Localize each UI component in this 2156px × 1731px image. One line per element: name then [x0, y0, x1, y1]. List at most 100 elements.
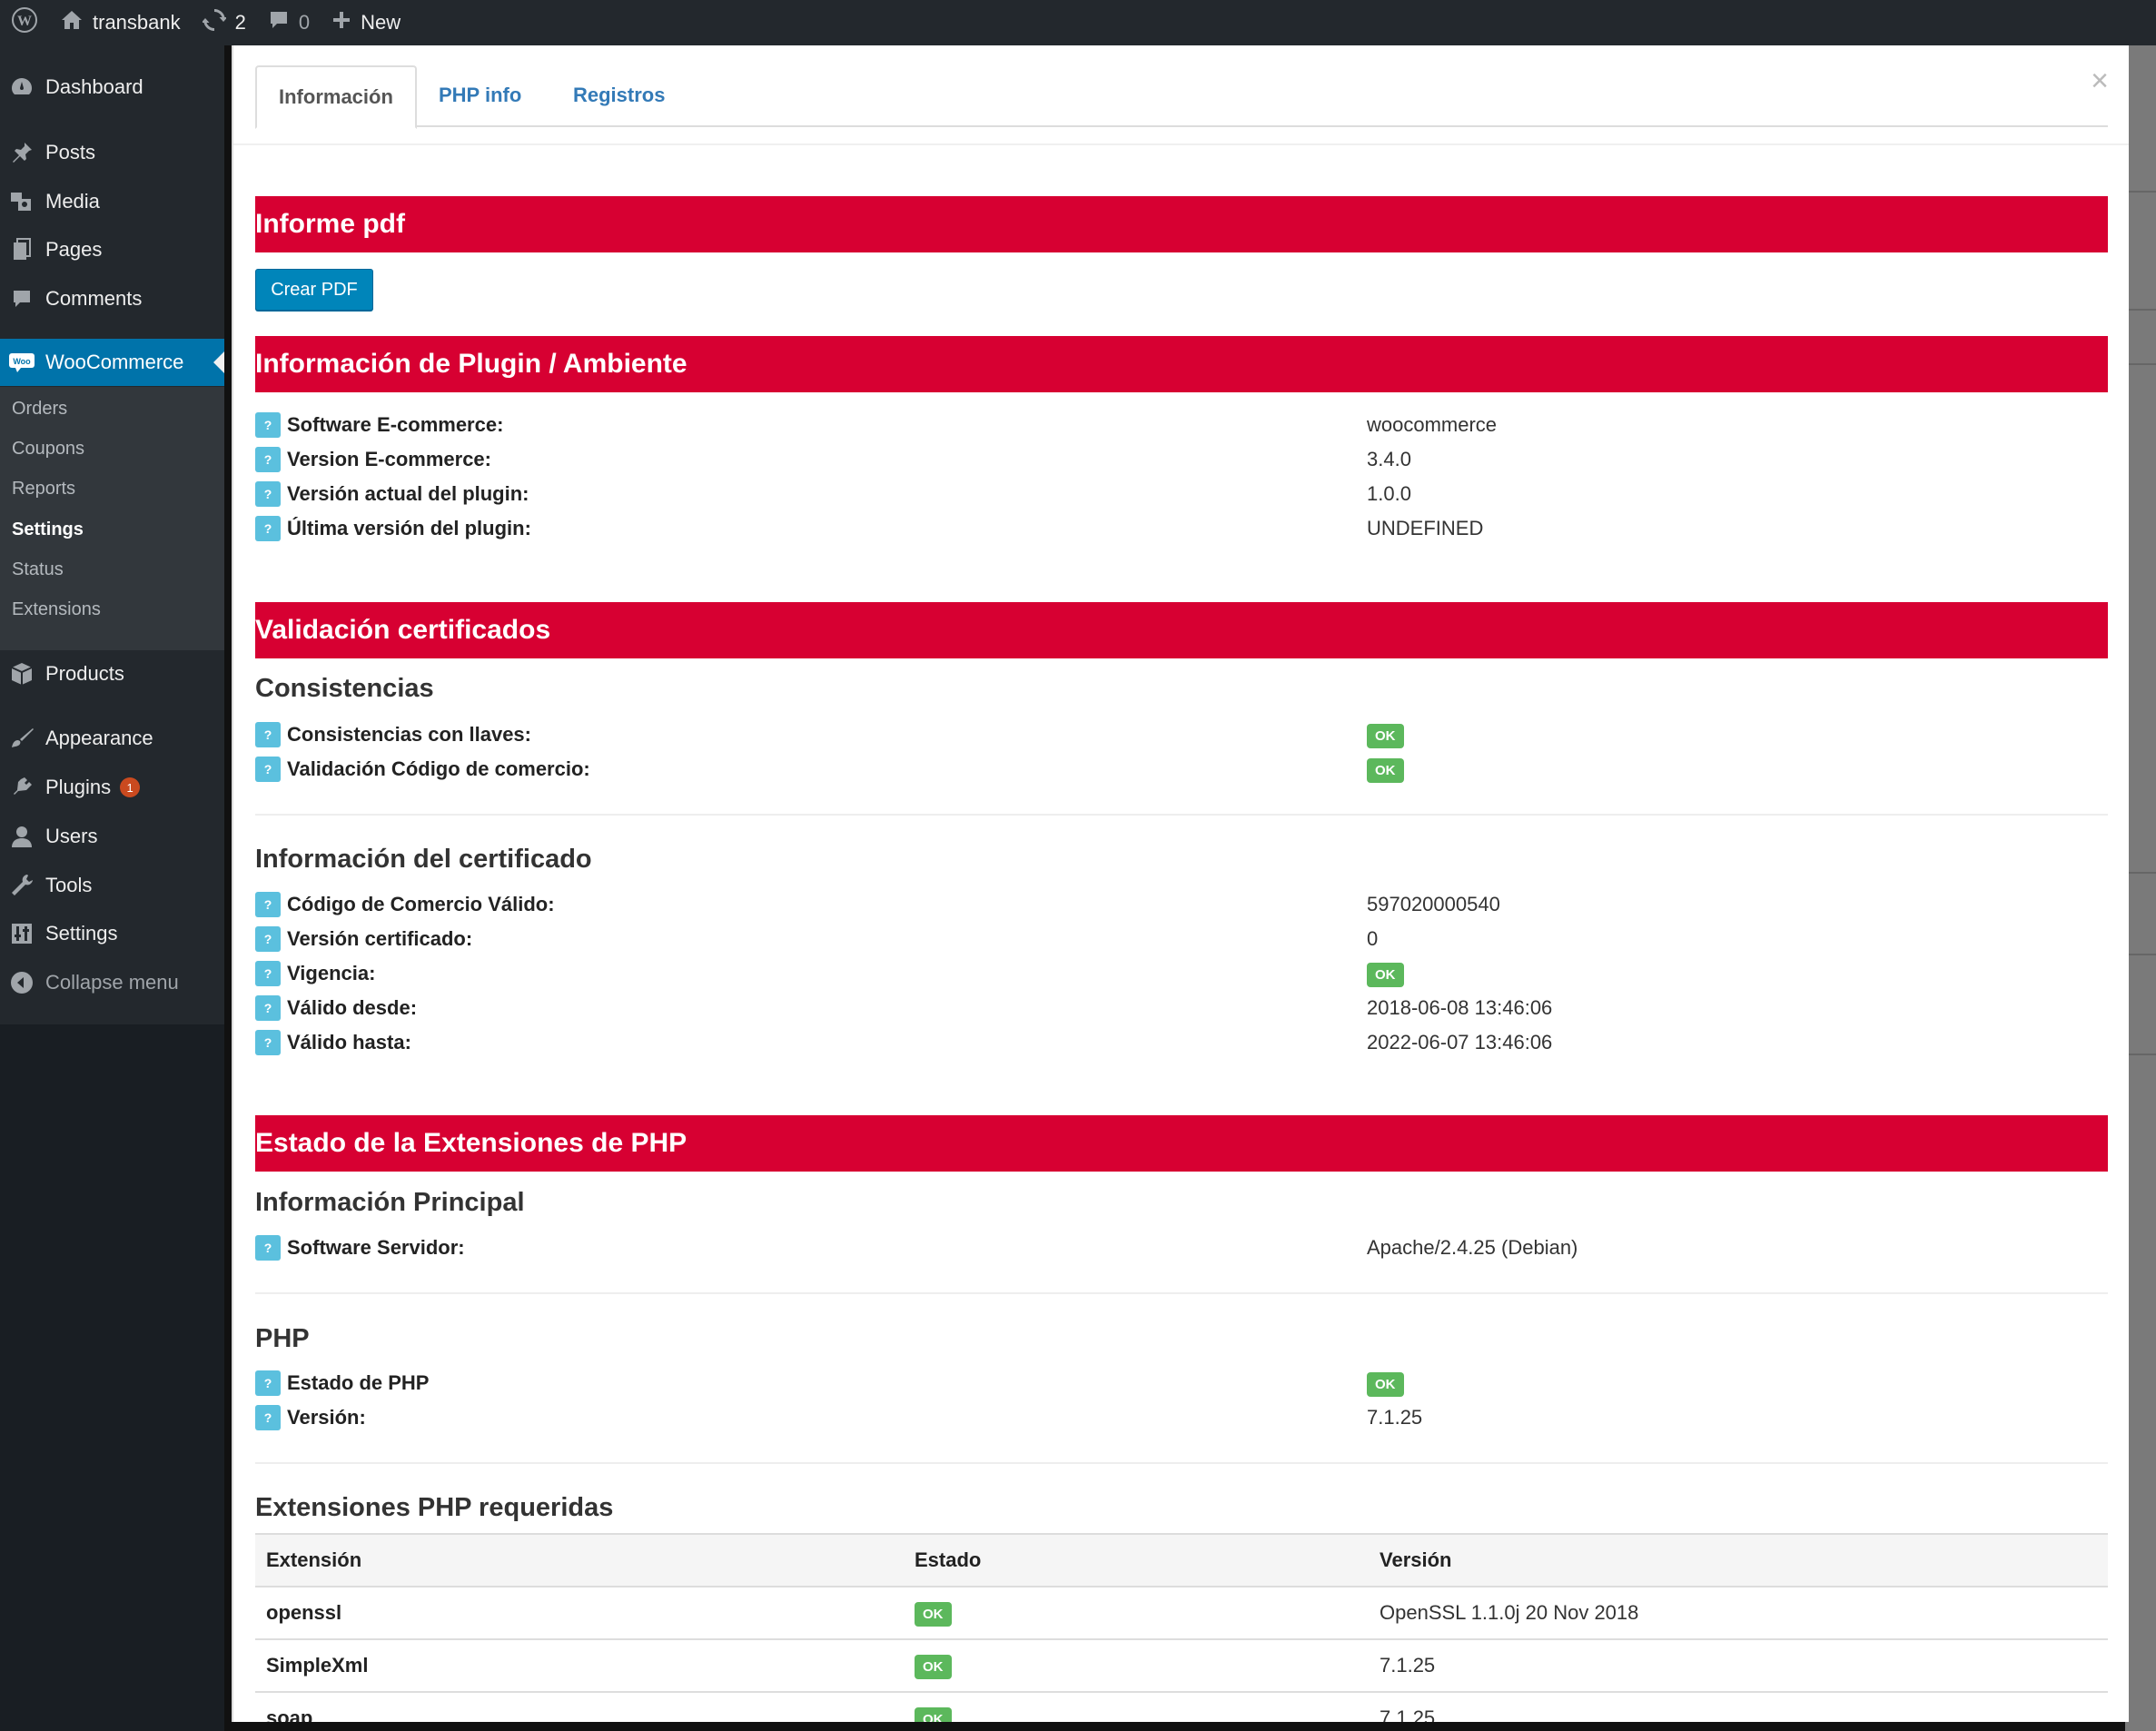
- status-cell: OK: [904, 1586, 1369, 1639]
- info-label: Vigencia:: [287, 962, 376, 984]
- tab-informacion[interactable]: Información: [255, 65, 417, 129]
- info-row: ? Versión actual del plugin: 1.0.0: [255, 477, 2108, 511]
- menu-label: Users: [45, 825, 98, 847]
- brush-icon: [7, 724, 36, 753]
- submenu-item-settings[interactable]: Settings: [12, 511, 84, 548]
- plus-icon: [331, 10, 351, 35]
- menu-item-woocommerce[interactable]: Woo WooCommerce: [0, 339, 224, 386]
- menu-item-settings[interactable]: Settings: [0, 910, 224, 957]
- info-value: UNDEFINED: [1367, 517, 1484, 539]
- help-icon[interactable]: ?: [255, 1030, 281, 1055]
- section-header-php-extensions: Estado de la Extensiones de PHP: [255, 1115, 2108, 1172]
- menu-label: Media: [45, 190, 100, 213]
- consistencias-heading: Consistencias: [255, 674, 434, 703]
- submenu-item-orders[interactable]: Orders: [12, 391, 67, 427]
- menu-item-dashboard[interactable]: Dashboard: [0, 64, 224, 111]
- table-row: soap OK 7.1.25: [255, 1691, 2108, 1722]
- help-icon[interactable]: ?: [255, 412, 281, 438]
- help-icon[interactable]: ?: [255, 757, 281, 782]
- help-icon[interactable]: ?: [255, 481, 281, 507]
- background-divider: [2125, 954, 2156, 955]
- menu-item-products[interactable]: Products: [0, 650, 224, 697]
- comment-icon: [7, 284, 36, 313]
- menu-item-posts[interactable]: Posts: [0, 129, 224, 176]
- plugins-update-badge: 1: [120, 777, 141, 797]
- principal-heading: Información Principal: [255, 1188, 525, 1217]
- help-icon[interactable]: ?: [255, 1370, 281, 1396]
- info-label: Consistencias con llaves:: [287, 723, 531, 746]
- info-label: Código de Comercio Válido:: [287, 893, 555, 915]
- info-label: Versión:: [287, 1406, 366, 1429]
- info-label: Estado de PHP: [287, 1371, 430, 1394]
- help-icon[interactable]: ?: [255, 892, 281, 917]
- status-cell: OK: [904, 1691, 1369, 1722]
- help-icon[interactable]: ?: [255, 926, 281, 952]
- help-icon[interactable]: ?: [255, 516, 281, 541]
- admin-sidebar: Dashboard Posts Media Pages Comments Woo…: [0, 45, 224, 1731]
- menu-label: Tools: [45, 874, 93, 896]
- info-row: ? Versión certificado: 0: [255, 922, 2108, 956]
- info-row: ? Consistencias con llaves: OK: [255, 717, 2108, 752]
- ok-badge: OK: [1367, 757, 1404, 783]
- help-icon[interactable]: ?: [255, 1405, 281, 1430]
- info-label: Versión certificado:: [287, 927, 473, 950]
- info-label: Validación Código de comercio:: [287, 757, 590, 780]
- menu-item-tools[interactable]: Tools: [0, 862, 224, 909]
- info-row: ? Código de Comercio Válido: 59702000054…: [255, 887, 2108, 922]
- submenu-item-extensions[interactable]: Extensions: [12, 591, 101, 628]
- dashboard-icon: [7, 73, 36, 102]
- submenu-item-coupons[interactable]: Coupons: [12, 430, 84, 467]
- info-value: 1.0.0: [1367, 482, 1411, 505]
- tab-registros[interactable]: Registros: [551, 65, 687, 125]
- help-icon[interactable]: ?: [255, 447, 281, 472]
- admin-bar: W transbank 2 0 New: [0, 0, 2156, 45]
- create-pdf-button[interactable]: Crear PDF: [255, 269, 373, 311]
- updates-link[interactable]: 2: [192, 0, 257, 45]
- wordpress-logo-button[interactable]: W: [0, 0, 49, 45]
- site-name: transbank: [93, 11, 181, 34]
- comments-count: 0: [298, 11, 311, 34]
- new-content-link[interactable]: New: [321, 0, 411, 45]
- extension-name: soap: [255, 1691, 904, 1722]
- site-name-link[interactable]: transbank: [49, 0, 192, 45]
- menu-item-appearance[interactable]: Appearance: [0, 715, 224, 762]
- extension-name: SimpleXml: [255, 1638, 904, 1692]
- menu-item-comments[interactable]: Comments: [0, 275, 224, 322]
- comments-link[interactable]: 0: [257, 0, 321, 45]
- collapse-menu-button[interactable]: Collapse menu: [0, 959, 224, 1006]
- info-row: ? Última versión del plugin: UNDEFINED: [255, 511, 2108, 546]
- background-divider: [2125, 363, 2156, 365]
- extension-name: openssl: [255, 1586, 904, 1639]
- ok-badge: OK: [915, 1706, 952, 1722]
- woo-icon: Woo: [7, 348, 36, 377]
- help-icon[interactable]: ?: [255, 995, 281, 1021]
- admin-menu: Dashboard Posts Media Pages Comments Woo…: [0, 45, 224, 1024]
- menu-item-pages[interactable]: Pages: [0, 226, 224, 273]
- info-value: 7.1.25: [1367, 1406, 1423, 1429]
- media-icon: [7, 187, 36, 216]
- menu-label: Pages: [45, 238, 103, 261]
- pin-icon: [7, 138, 36, 167]
- menu-item-users[interactable]: Users: [0, 813, 224, 860]
- info-value: 3.4.0: [1367, 448, 1411, 470]
- tab-php-info[interactable]: PHP info: [417, 65, 543, 125]
- background-divider: [2125, 872, 2156, 874]
- info-label: Válido hasta:: [287, 1031, 411, 1053]
- submenu-item-reports[interactable]: Reports: [12, 470, 75, 507]
- info-row: ? Validación Código de comercio: OK: [255, 752, 2108, 786]
- ext-heading: Extensiones PHP requeridas: [255, 1493, 614, 1522]
- comment-icon: [268, 9, 290, 36]
- help-icon[interactable]: ?: [255, 1235, 281, 1261]
- menu-label: Posts: [45, 141, 96, 163]
- updates-count: 2: [234, 11, 246, 34]
- submenu-item-status[interactable]: Status: [12, 551, 64, 588]
- info-label: Version E-commerce:: [287, 448, 491, 470]
- version-cell: 7.1.25: [1369, 1691, 2108, 1722]
- help-icon[interactable]: ?: [255, 722, 281, 747]
- collapse-icon: [7, 968, 36, 997]
- menu-item-media[interactable]: Media: [0, 178, 224, 225]
- info-row: ? Software Servidor: Apache/2.4.25 (Debi…: [255, 1231, 2108, 1265]
- user-icon: [7, 822, 36, 851]
- menu-item-plugins[interactable]: Plugins 1: [0, 764, 224, 811]
- help-icon[interactable]: ?: [255, 961, 281, 986]
